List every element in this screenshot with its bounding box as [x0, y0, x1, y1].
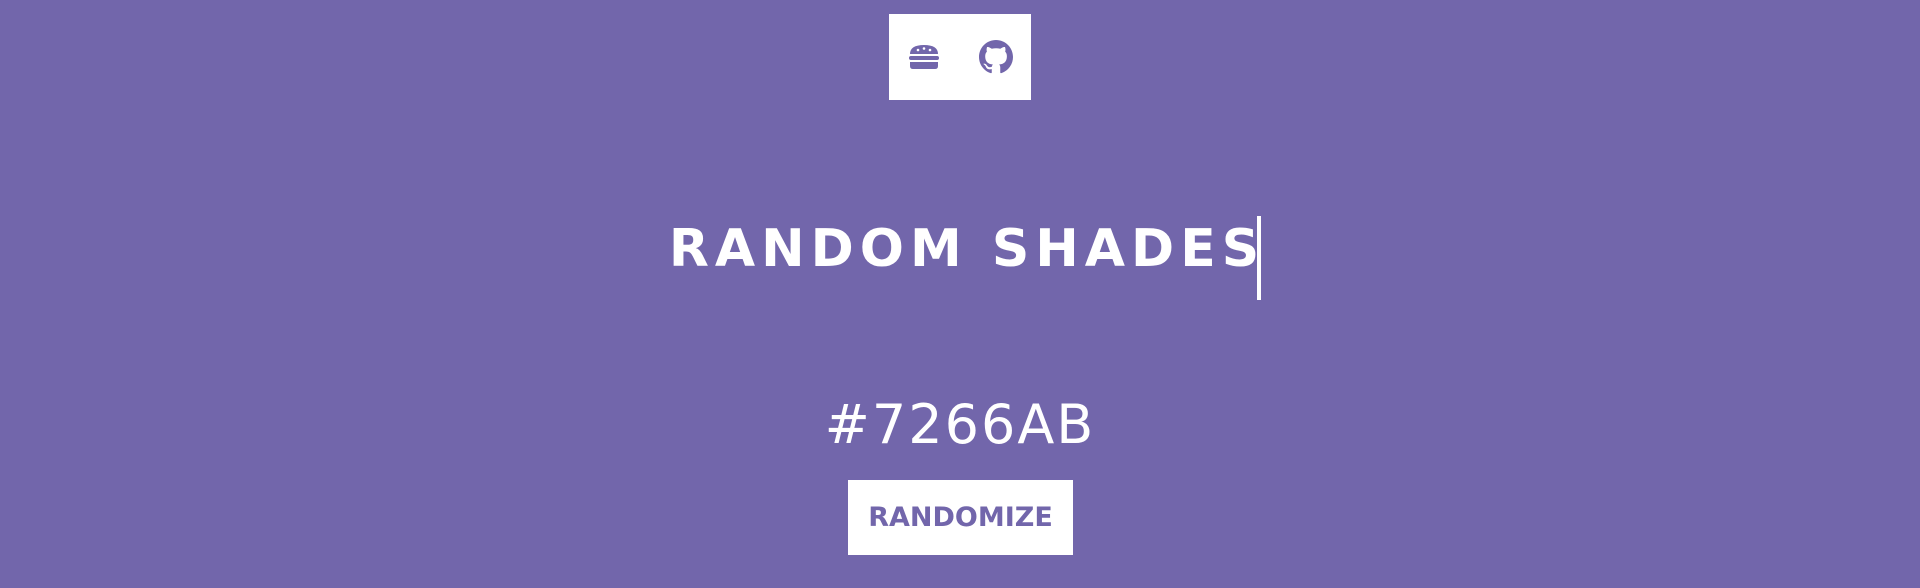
header-toolbar [889, 14, 1031, 100]
hex-color-value: #7266AB [824, 393, 1096, 456]
randomize-button[interactable]: RANDOMIZE [848, 480, 1073, 555]
hamburger-menu-button[interactable] [907, 40, 941, 74]
text-caret [1257, 215, 1262, 300]
hamburger-menu-icon [909, 45, 939, 69]
page-title: RANDOM SHADES [668, 219, 1266, 279]
github-icon [979, 40, 1013, 74]
github-link[interactable] [979, 40, 1013, 74]
title-area: RANDOM SHADES [0, 213, 1920, 300]
